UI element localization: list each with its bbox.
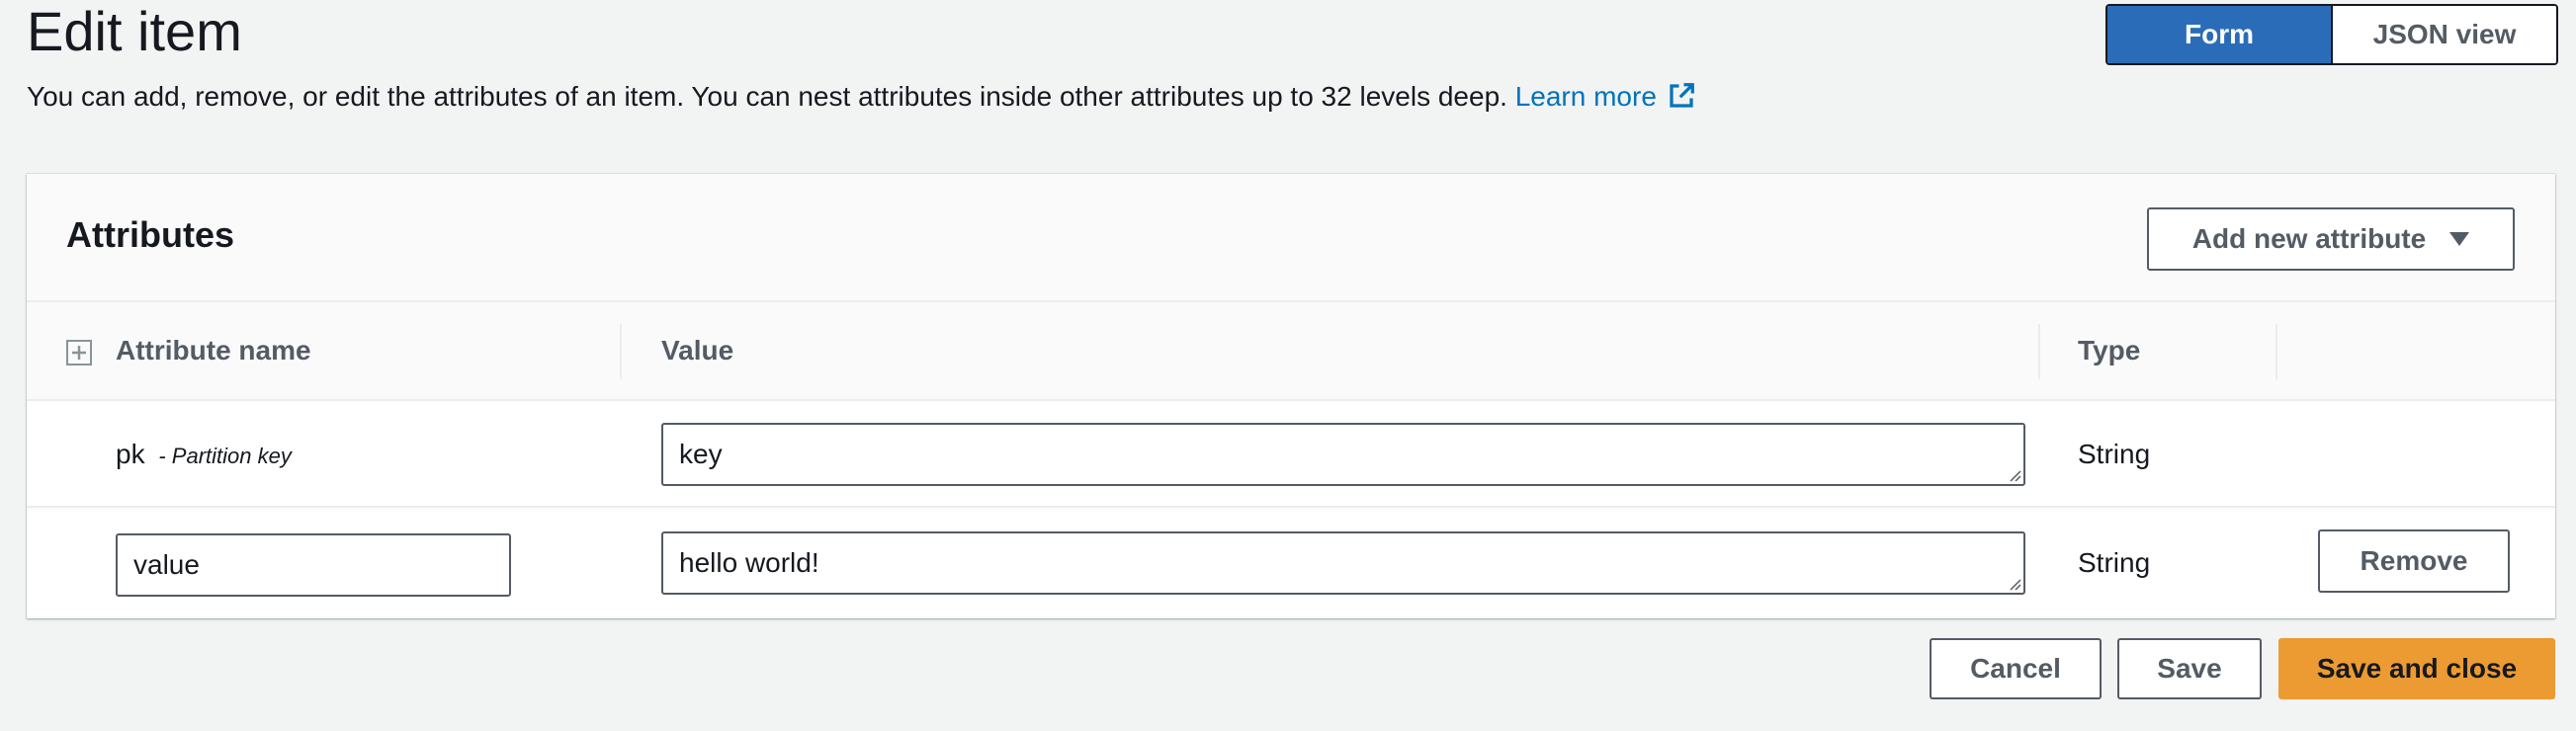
attribute-value-text: key <box>679 439 723 469</box>
resize-handle-icon[interactable] <box>2008 577 2021 591</box>
column-divider <box>2038 324 2040 379</box>
attribute-value-text: hello world! <box>679 547 819 578</box>
resize-handle-icon[interactable] <box>2008 468 2021 482</box>
column-divider <box>620 324 622 379</box>
remove-attribute-button[interactable]: Remove <box>2318 529 2510 593</box>
save-and-close-button[interactable]: Save and close <box>2278 638 2555 699</box>
attribute-value-input[interactable]: hello world! <box>661 531 2025 595</box>
save-button[interactable]: Save <box>2117 638 2262 699</box>
attribute-name-input[interactable]: value <box>116 533 511 597</box>
table-header: Attribute name Value Type <box>27 302 2555 401</box>
attribute-name-text: value <box>133 549 200 580</box>
attribute-name-text: pk <box>116 439 145 469</box>
caret-down-icon <box>2449 232 2470 246</box>
column-header-attribute-name: Attribute name <box>116 335 311 366</box>
expand-all-icon[interactable] <box>66 340 92 366</box>
add-new-attribute-button[interactable]: Add new attribute <box>2147 207 2515 271</box>
form-view-button[interactable]: Form <box>2107 6 2333 63</box>
attributes-title: Attributes <box>66 214 234 255</box>
json-view-button[interactable]: JSON view <box>2333 6 2556 63</box>
attributes-header: Attributes Add new attribute <box>27 174 2555 302</box>
page-description: You can add, remove, or edit the attribu… <box>27 77 1696 117</box>
add-new-attribute-label: Add new attribute <box>2191 223 2427 254</box>
learn-more-label: Learn more <box>1514 81 1657 112</box>
table-row: value hello world! String Remove <box>27 510 2555 616</box>
partition-key-note: - Partition key <box>158 444 292 468</box>
external-link-icon <box>1670 83 1694 108</box>
attribute-value-input[interactable]: key <box>661 423 2025 486</box>
attribute-type: String <box>2078 547 2151 578</box>
learn-more-link[interactable]: Learn more <box>1515 81 1696 112</box>
column-header-value: Value <box>661 335 734 366</box>
column-header-type: Type <box>2078 335 2141 366</box>
table-row: pk - Partition key key String <box>27 401 2555 508</box>
attributes-panel: Attributes Add new attribute Attribute n… <box>27 174 2555 618</box>
view-toggle: Form JSON view <box>2105 4 2558 65</box>
attribute-type: String <box>2078 439 2151 469</box>
cancel-button[interactable]: Cancel <box>1930 638 2102 699</box>
page-title: Edit item <box>27 0 242 62</box>
description-text: You can add, remove, or edit the attribu… <box>27 81 1507 112</box>
partition-key-name: pk - Partition key <box>116 435 292 476</box>
column-divider <box>2275 324 2277 379</box>
